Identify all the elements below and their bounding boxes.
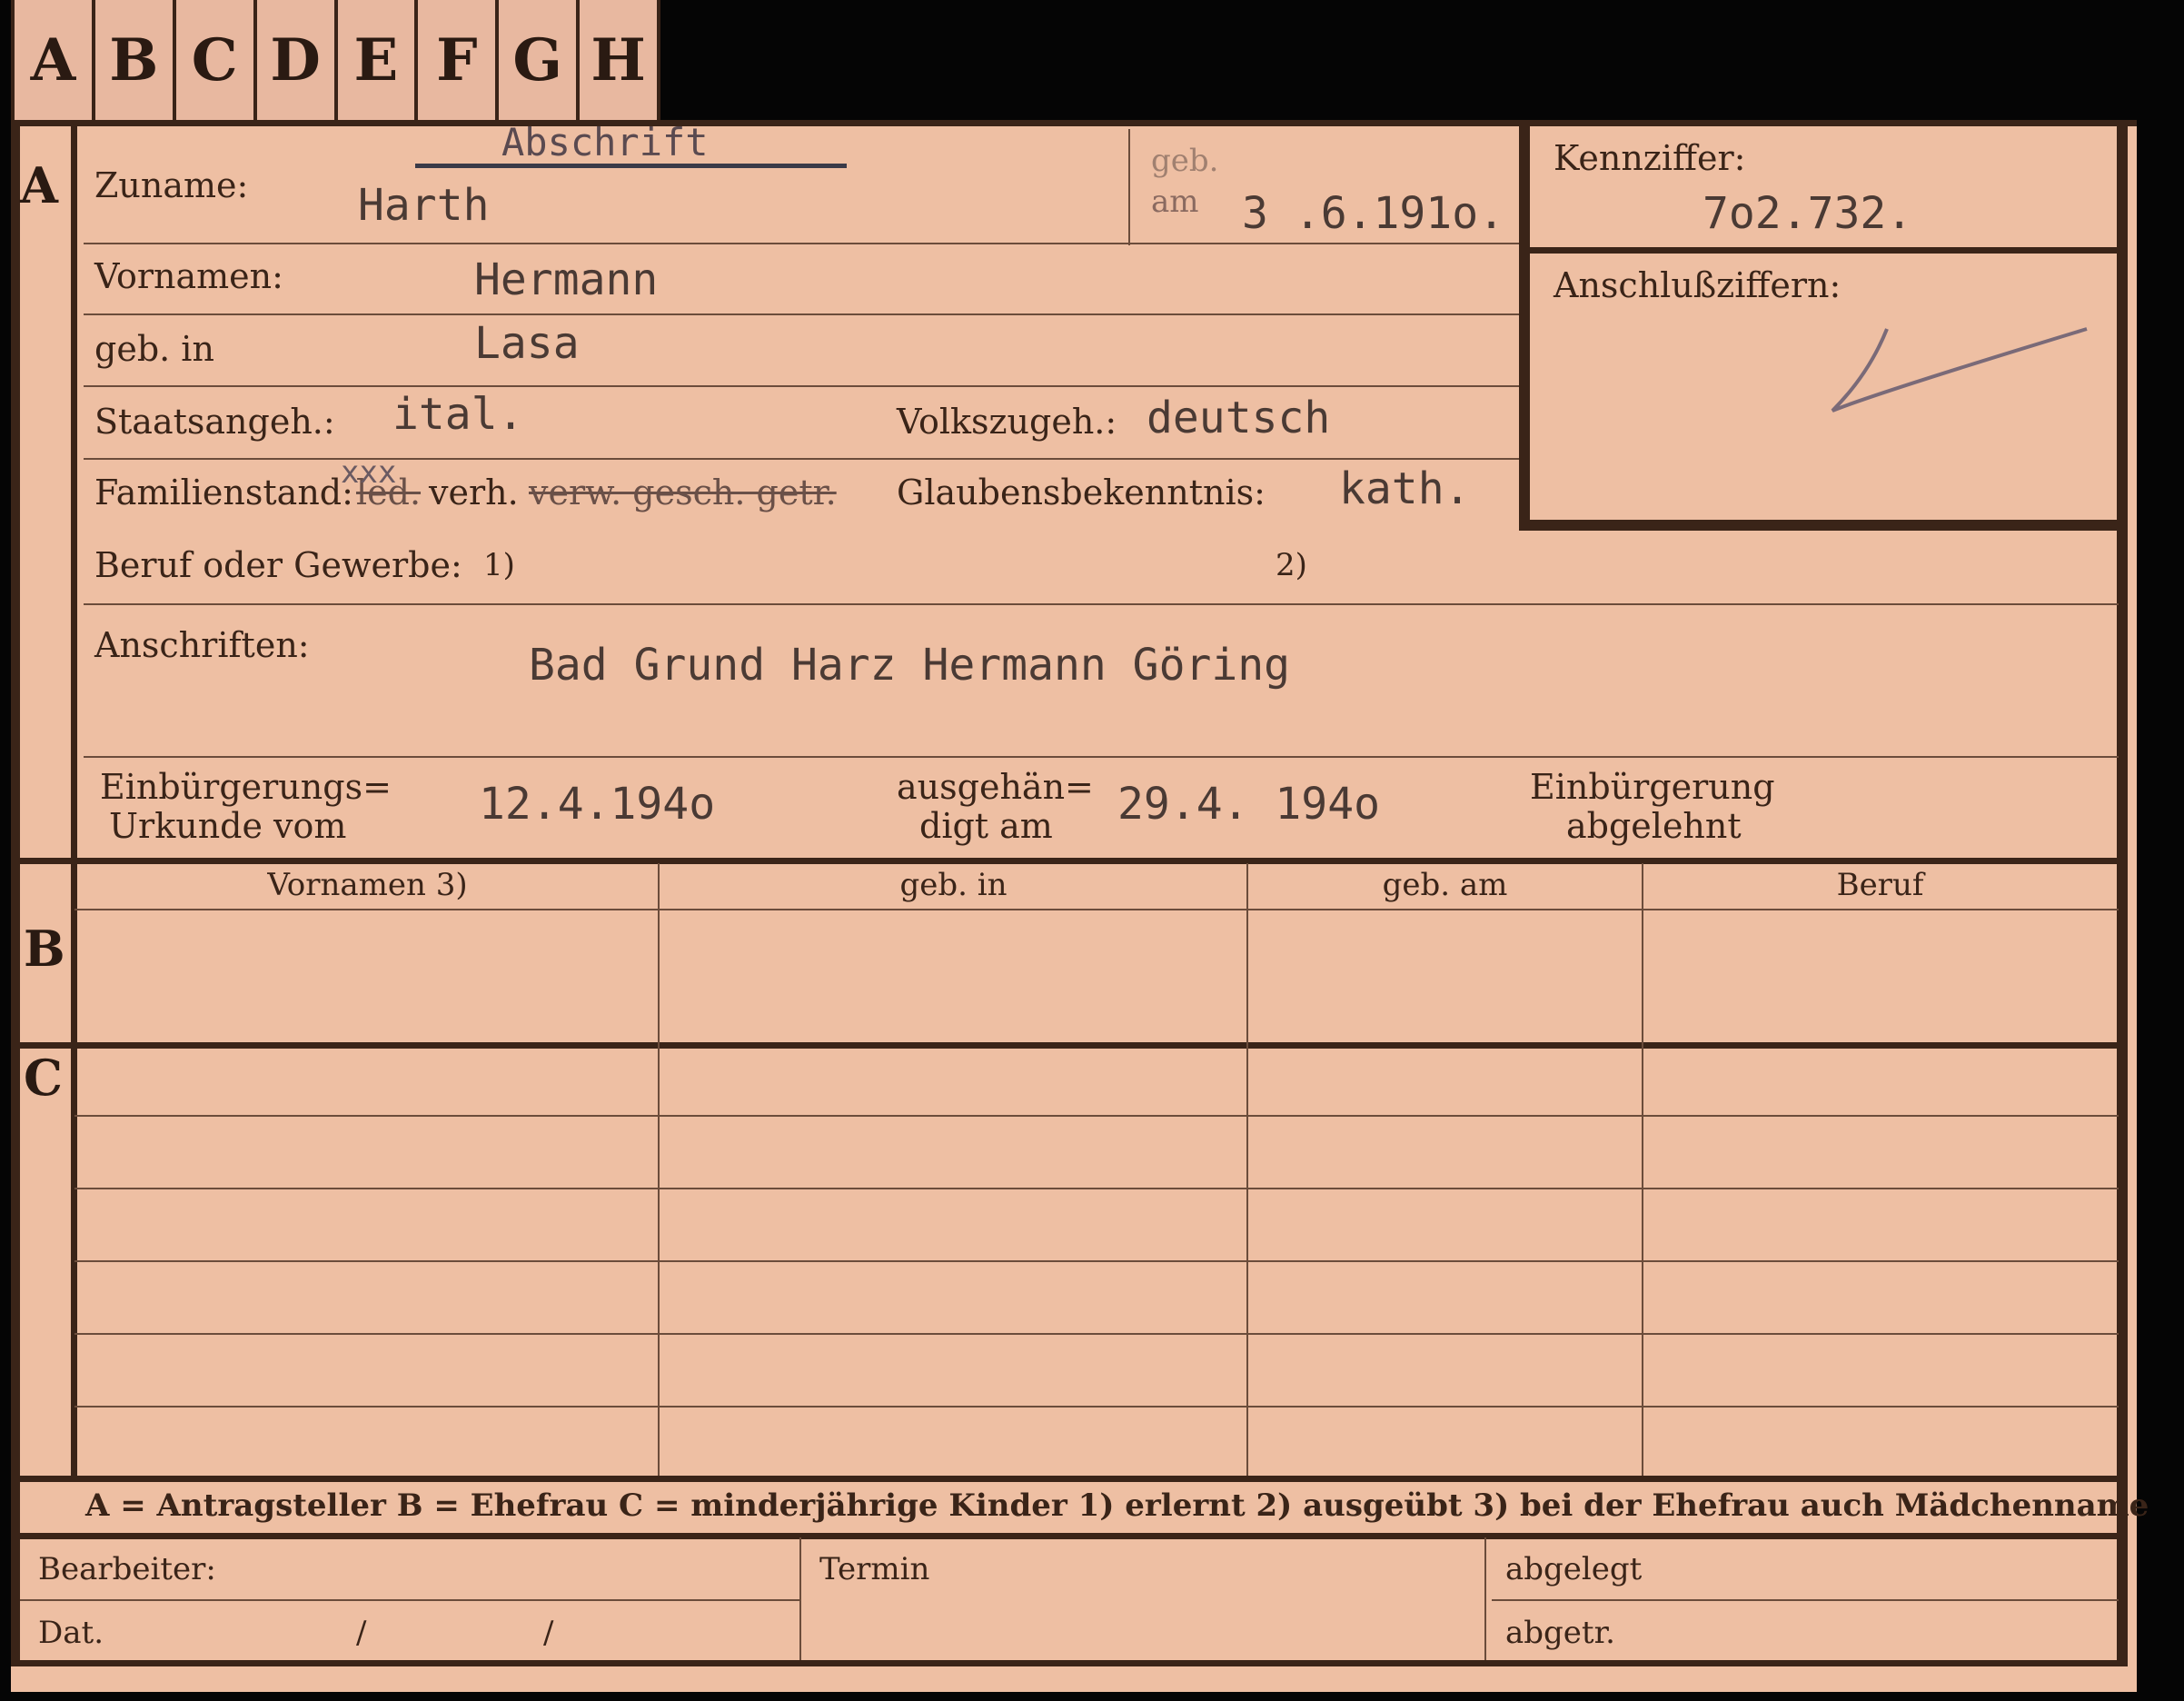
id-box-divider xyxy=(1519,247,2119,254)
tab-c[interactable]: C xyxy=(176,0,257,120)
table-column-divider xyxy=(658,863,660,1479)
citizenship-value: ital. xyxy=(392,389,524,440)
handed-over-date: 29.4. 194o xyxy=(1117,779,1380,830)
date-separator-1: / xyxy=(356,1615,367,1651)
naturalization-cert-date: 12.4.194o xyxy=(479,779,716,830)
birthdate-divider xyxy=(1128,129,1130,245)
naturalization-cert-label-1: Einbürgerungs= xyxy=(100,767,392,807)
occupation-footnote-2: 2) xyxy=(1276,547,1307,583)
footer-row-divider xyxy=(20,1599,801,1601)
ethnicity-value: deutsch xyxy=(1147,393,1331,443)
table-row-divider xyxy=(74,1333,2119,1335)
birthplace-value: Lasa xyxy=(474,318,580,369)
first-names-value: Hermann xyxy=(474,254,659,305)
id-label: Kennziffer: xyxy=(1554,138,1746,178)
surname-value: Harth xyxy=(358,180,490,231)
table-header-divider xyxy=(74,909,2119,910)
first-names-label: Vornamen: xyxy=(94,256,283,296)
address-value: Bad Grund Harz Hermann Göring xyxy=(529,640,1291,691)
religion-label: Glaubensbekenntnis: xyxy=(897,472,1266,512)
copy-stamp-underline xyxy=(415,164,847,168)
tab-f[interactable]: F xyxy=(418,0,500,120)
legend-text: A = Antragsteller B = Ehefrau C = minder… xyxy=(85,1487,2149,1524)
deadline-label: Termin xyxy=(819,1551,930,1587)
column-header-birthplace: geb. in xyxy=(899,867,1008,903)
separated-label: abgetr. xyxy=(1505,1615,1615,1651)
tab-e[interactable]: E xyxy=(338,0,419,120)
birth-date-value: 3 .6.191o. xyxy=(1242,188,1504,239)
registration-card: A Abschrift Zuname: Harth geb. am 3 .6.1… xyxy=(11,120,2149,1692)
marital-options-struck: verw. gesch. getr. xyxy=(529,472,837,512)
legend-top-border xyxy=(11,1476,2128,1482)
tab-b[interactable]: B xyxy=(95,0,176,120)
table-column-divider xyxy=(1246,863,1248,1479)
date-separator-2: / xyxy=(543,1615,554,1651)
occupation-footnote-1: 1) xyxy=(483,547,515,583)
footer-column-divider xyxy=(799,1537,801,1665)
card-left-border xyxy=(11,120,20,1665)
born-on-label-2: am xyxy=(1151,184,1199,220)
tab-d[interactable]: D xyxy=(257,0,338,120)
handed-over-label-1: ausgehän= xyxy=(897,767,1094,807)
row-divider xyxy=(84,313,1519,315)
tab-a[interactable]: A xyxy=(11,0,95,120)
tab-h[interactable]: H xyxy=(580,0,660,120)
marital-overlay-xxx: xxx xyxy=(341,454,397,491)
table-row-divider xyxy=(74,1188,2119,1189)
row-divider xyxy=(84,603,2119,605)
clerk-label: Bearbeiter: xyxy=(38,1551,216,1587)
ethnicity-label: Volkszugeh.: xyxy=(897,402,1117,442)
row-divider xyxy=(84,243,1519,244)
naturalization-rejected-label-2: abgelehnt xyxy=(1566,806,1742,846)
marital-option-married: verh. xyxy=(429,472,519,512)
filed-label: abgelegt xyxy=(1505,1551,1643,1587)
section-b-top-border xyxy=(11,858,2128,864)
row-divider xyxy=(84,385,1519,387)
section-b-marker: B xyxy=(24,920,65,978)
column-header-first-names: Vornamen 3) xyxy=(267,867,468,903)
table-row-divider xyxy=(74,1260,2119,1262)
checkmark-icon xyxy=(1831,327,2088,413)
card-right-border xyxy=(2117,120,2128,1665)
footer-column-divider xyxy=(1484,1537,1486,1665)
section-a-marker: A xyxy=(20,156,58,214)
footer-row-divider xyxy=(1492,1599,2119,1601)
id-box-left-border xyxy=(1519,120,1530,529)
birthplace-label: geb. in xyxy=(94,329,214,369)
card-bottom-border xyxy=(11,1660,2128,1666)
column-header-occupation: Beruf xyxy=(1836,867,1924,903)
card-top-border xyxy=(11,120,2137,126)
id-number-value: 7o2.732. xyxy=(1703,188,1913,239)
citizenship-label: Staatsangeh.: xyxy=(94,402,335,442)
naturalization-cert-label-2: Urkunde vom xyxy=(109,806,347,846)
naturalization-rejected-label-1: Einbürgerung xyxy=(1530,767,1775,807)
column-header-birth-date: geb. am xyxy=(1382,867,1508,903)
copy-stamp: Abschrift xyxy=(501,120,709,164)
table-row-divider xyxy=(74,1406,2119,1408)
surname-label: Zuname: xyxy=(94,165,249,205)
tab-g[interactable]: G xyxy=(499,0,581,120)
section-c-top-border xyxy=(11,1042,2128,1049)
occupation-label: Beruf oder Gewerbe: xyxy=(94,545,462,585)
footer-top-border xyxy=(11,1533,2128,1539)
marital-status-label: Familienstand: xyxy=(94,472,353,512)
table-column-divider xyxy=(1642,863,1643,1479)
address-label: Anschriften: xyxy=(94,625,310,665)
religion-value: kath. xyxy=(1339,463,1471,514)
connection-number-label: Anschlußziffern: xyxy=(1554,265,1842,305)
row-divider xyxy=(84,458,1519,460)
table-row-divider xyxy=(74,1115,2119,1117)
row-divider xyxy=(84,756,2119,758)
alphabet-tab-strip: A B C D E F G H xyxy=(11,0,660,125)
born-on-label-1: geb. xyxy=(1151,143,1219,179)
section-c-marker: C xyxy=(24,1049,63,1107)
date-label: Dat. xyxy=(38,1615,104,1651)
section-column-border xyxy=(71,120,77,1478)
handed-over-label-2: digt am xyxy=(919,806,1053,846)
